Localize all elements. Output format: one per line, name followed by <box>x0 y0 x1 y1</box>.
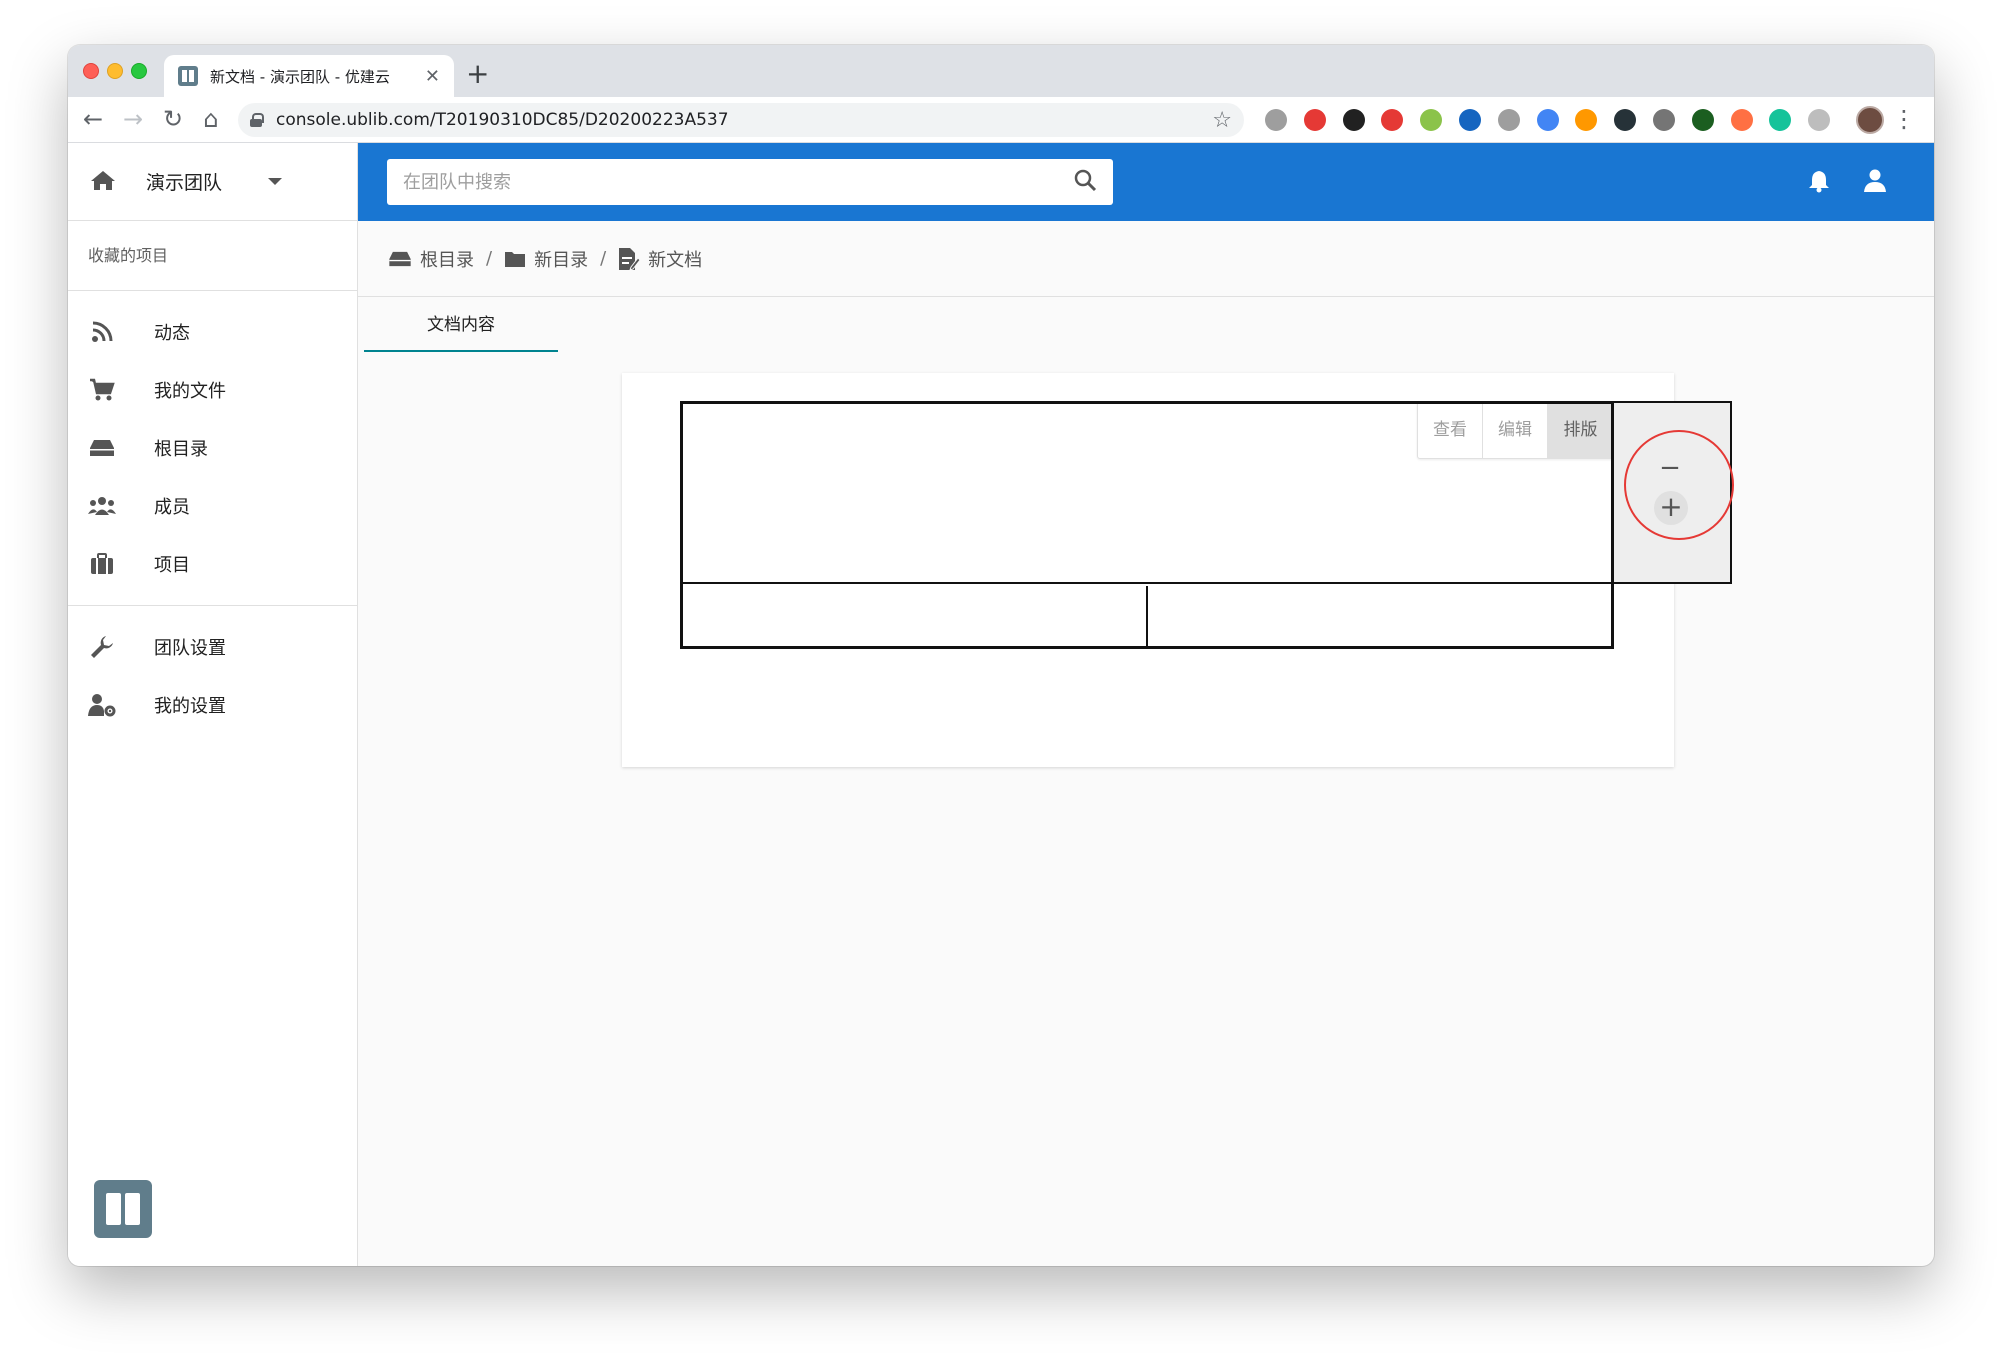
tab-title: 新文档 - 演示团队 - 优建云 <box>210 67 390 86</box>
browser-toolbar: ← → ↻ ⌂ console.ublib.com/T20190310DC85/… <box>68 97 1934 143</box>
rss-icon <box>88 318 116 346</box>
breadcrumb-item-folder[interactable]: 新目录 <box>504 246 588 272</box>
sidebar: 演示团队 收藏的项目 动态 我的文件 根目录 成员 项目 团队设置 我的设置 <box>68 143 358 1266</box>
team-name: 演示团队 <box>146 172 223 194</box>
drive-icon <box>88 434 116 462</box>
browser-window: 新文档 - 演示团队 - 优建云 ✕ + ← → ↻ ⌂ console.ubl… <box>68 45 1934 1266</box>
highlight-annotation <box>1624 430 1734 540</box>
sidebar-item-label: 团队设置 <box>154 638 226 659</box>
layout-row-top[interactable] <box>683 404 1611 584</box>
tab-close-icon[interactable]: ✕ <box>425 66 440 87</box>
content-tabs: 文档内容 <box>364 298 558 352</box>
search-box[interactable] <box>387 159 1113 205</box>
extension-icon[interactable] <box>1265 109 1287 131</box>
team-switcher[interactable]: 演示团队 <box>68 143 357 221</box>
tab-strip: 新文档 - 演示团队 - 优建云 ✕ + <box>68 45 1934 97</box>
sidebar-item-label: 根目录 <box>154 439 208 460</box>
sidebar-item-my-files[interactable]: 我的文件 <box>68 361 357 419</box>
close-window-button[interactable] <box>83 63 99 79</box>
sidebar-item-root[interactable]: 根目录 <box>68 419 357 477</box>
document-edit-icon <box>618 247 641 271</box>
drive-icon <box>388 251 412 267</box>
breadcrumb-label: 新目录 <box>534 249 589 271</box>
app-header <box>358 143 1934 221</box>
sidebar-item-my-settings[interactable]: 我的设置 <box>68 676 357 734</box>
tab-document-content[interactable]: 文档内容 <box>364 298 558 352</box>
browser-tab[interactable]: 新文档 - 演示团队 - 优建云 ✕ <box>164 55 454 97</box>
extension-icon[interactable] <box>1575 109 1598 131</box>
breadcrumb-separator: / <box>600 248 607 269</box>
extension-icon[interactable] <box>1381 109 1404 131</box>
new-tab-button[interactable]: + <box>466 57 489 90</box>
extension-icon[interactable] <box>1459 109 1481 131</box>
minimize-window-button[interactable] <box>107 63 123 79</box>
sidebar-divider <box>68 605 357 606</box>
breadcrumb-label: 新文档 <box>648 249 703 271</box>
sidebar-item-label: 我的文件 <box>154 381 226 402</box>
sidebar-item-team-settings[interactable]: 团队设置 <box>68 618 357 676</box>
extension-icon[interactable] <box>1614 109 1637 131</box>
sidebar-nav: 动态 我的文件 根目录 成员 项目 团队设置 我的设置 <box>68 291 357 734</box>
sidebar-item-label: 我的设置 <box>154 696 226 717</box>
lock-icon <box>250 113 264 127</box>
url-text[interactable]: console.ublib.com/T20190310DC85/D2020022… <box>276 110 1212 130</box>
extension-icon[interactable] <box>1303 109 1326 131</box>
folder-icon <box>504 250 526 268</box>
layout-grid <box>680 401 1614 649</box>
bookmark-star-icon[interactable]: ☆ <box>1212 108 1232 133</box>
users-icon <box>88 492 116 520</box>
extension-icon[interactable] <box>1536 109 1559 131</box>
extension-icon[interactable] <box>1691 109 1714 131</box>
layout-cell-bottom-left[interactable] <box>683 586 1148 646</box>
sidebar-item-label: 成员 <box>154 497 190 518</box>
breadcrumb-item-document: 新文档 <box>618 246 702 272</box>
cart-icon <box>88 376 116 404</box>
user-cog-icon <box>88 691 116 719</box>
home-button[interactable]: ⌂ <box>196 105 226 133</box>
favicon-icon <box>178 66 198 86</box>
sidebar-item-label: 项目 <box>154 555 190 576</box>
layout-cell-bottom-right[interactable] <box>1150 586 1611 646</box>
extension-icon[interactable] <box>1653 109 1675 131</box>
extension-icon[interactable] <box>1342 109 1365 131</box>
search-icon[interactable] <box>1073 168 1097 196</box>
browser-menu-icon[interactable]: ⋮ <box>1892 105 1916 133</box>
app-logo-icon[interactable] <box>94 1180 152 1238</box>
home-icon <box>90 169 116 195</box>
extension-icon[interactable] <box>1497 109 1520 131</box>
favorites-header: 收藏的项目 <box>68 221 357 291</box>
wrench-icon <box>88 633 116 661</box>
breadcrumb-label: 根目录 <box>420 249 474 271</box>
search-input[interactable] <box>403 171 1073 193</box>
breadcrumb: 根目录 / 新目录 / 新文档 <box>358 221 1934 297</box>
forward-button[interactable]: → <box>118 105 148 133</box>
extension-icon[interactable] <box>1769 109 1792 131</box>
breadcrumb-separator: / <box>486 248 493 269</box>
extension-icon[interactable] <box>1808 109 1831 131</box>
user-icon[interactable] <box>1864 169 1886 197</box>
extension-icon[interactable] <box>1730 109 1753 131</box>
briefcase-icon <box>88 550 116 578</box>
address-bar[interactable]: console.ublib.com/T20190310DC85/D2020022… <box>238 103 1244 137</box>
profile-avatar[interactable] <box>1856 106 1884 134</box>
sidebar-item-projects[interactable]: 项目 <box>68 535 357 593</box>
reload-button[interactable]: ↻ <box>158 105 188 133</box>
back-button[interactable]: ← <box>78 105 108 133</box>
extension-icon[interactable] <box>1420 109 1443 131</box>
bell-icon[interactable] <box>1808 169 1830 197</box>
sidebar-item-label: 动态 <box>154 323 190 344</box>
breadcrumb-item-root[interactable]: 根目录 <box>388 246 474 272</box>
chevron-down-icon[interactable] <box>268 178 283 185</box>
sidebar-item-members[interactable]: 成员 <box>68 477 357 535</box>
zoom-window-button[interactable] <box>131 63 147 79</box>
sidebar-item-activity[interactable]: 动态 <box>68 303 357 361</box>
